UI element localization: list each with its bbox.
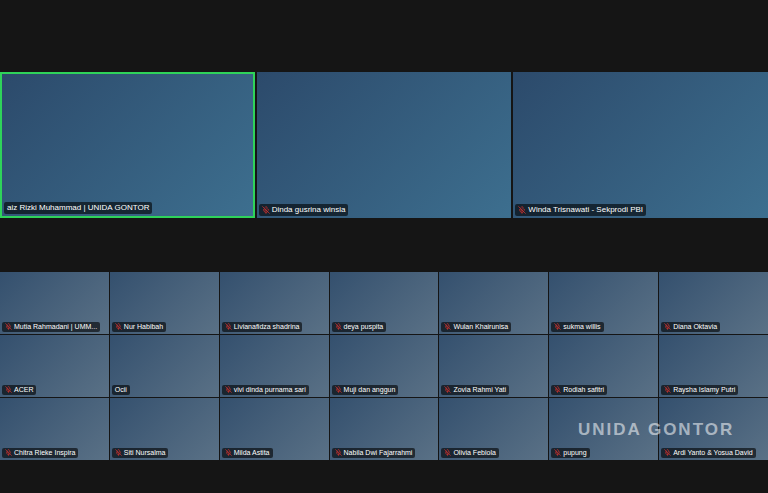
mic-off-icon [115, 323, 122, 330]
mic-off-icon [262, 206, 270, 214]
name-label: Nabila Dwi Fajarrahmi [332, 448, 416, 458]
name-label: Ocii [112, 385, 130, 395]
participant-tile[interactable]: Nabila Dwi Fajarrahmi [330, 398, 439, 460]
speaker-tile[interactable]: aiz Rizki Muhammad | UNIDA GONTOR [0, 72, 255, 218]
mic-off-icon [554, 323, 561, 330]
name-label: Olivia Febiola [441, 448, 498, 458]
name-label: Dinda gusrina winsia [259, 204, 349, 216]
participant-tile[interactable]: vivi dinda purnama sari [220, 335, 329, 397]
participant-tile[interactable]: sukma willis [549, 272, 658, 334]
mic-off-icon [335, 323, 342, 330]
mic-off-icon [225, 386, 232, 393]
name-label: Diana Oktavia [661, 322, 720, 332]
name-label: aiz Rizki Muhammad | UNIDA GONTOR [4, 202, 152, 214]
mic-off-icon [5, 449, 12, 456]
mic-off-icon [115, 449, 122, 456]
participant-tile[interactable]: Mutia Rahmadani | UMM... [0, 272, 109, 334]
name-label: Milda Astita [222, 448, 273, 458]
participant-tile[interactable]: Siti Nursalma [110, 398, 219, 460]
mic-off-icon [335, 449, 342, 456]
speaker-tile[interactable]: Dinda gusrina winsia [257, 72, 512, 218]
mic-off-icon [444, 386, 451, 393]
mic-off-icon [225, 449, 232, 456]
name-label: Wulan Khairunisa [441, 322, 511, 332]
participant-tile[interactable]: Livianafidza shadrina [220, 272, 329, 334]
mic-off-icon [518, 206, 526, 214]
participant-tile[interactable]: Rodiah safitri [549, 335, 658, 397]
meeting-window: aiz Rizki Muhammad | UNIDA GONTOR Dinda g… [0, 0, 768, 493]
participant-tile[interactable]: Nur Habibah [110, 272, 219, 334]
name-label: Livianafidza shadrina [222, 322, 303, 332]
watermark: UNIDA GONTOR [578, 420, 734, 440]
name-label: Winda Trisnawati - Sekprodi PBI [515, 204, 646, 216]
mic-off-icon [335, 386, 342, 393]
name-label: deya puspita [332, 322, 387, 332]
participant-tile[interactable]: Olivia Febiola [439, 398, 548, 460]
mic-off-icon [444, 323, 451, 330]
name-label: Siti Nursalma [112, 448, 169, 458]
name-label: Zovia Rahmi Yati [441, 385, 509, 395]
speaker-row: aiz Rizki Muhammad | UNIDA GONTOR Dinda g… [0, 72, 768, 218]
name-label: Muji dan anggun [332, 385, 399, 395]
mic-off-icon [5, 386, 12, 393]
participant-tile[interactable]: ACER [0, 335, 109, 397]
participant-tile[interactable]: deya puspita [330, 272, 439, 334]
name-label: Nur Habibah [112, 322, 166, 332]
participant-tile[interactable]: pupung [549, 398, 658, 460]
participant-tile[interactable]: Zovia Rahmi Yati [439, 335, 548, 397]
name-label: sukma willis [551, 322, 603, 332]
name-label: Ardi Yanto & Yosua David [661, 448, 756, 458]
participant-tile[interactable]: Raysha Islamy Putri [659, 335, 768, 397]
mic-off-icon [5, 323, 12, 330]
gallery-grid: Mutia Rahmadani | UMM... Nur Habibah Livia… [0, 272, 768, 460]
name-label: pupung [551, 448, 589, 458]
participant-tile[interactable]: Diana Oktavia [659, 272, 768, 334]
name-label: vivi dinda purnama sari [222, 385, 309, 395]
participant-tile[interactable]: Chitra Rieke Inspira [0, 398, 109, 460]
name-label: Chitra Rieke Inspira [2, 448, 78, 458]
participant-tile[interactable]: Wulan Khairunisa [439, 272, 548, 334]
speaker-tile[interactable]: Winda Trisnawati - Sekprodi PBI [513, 72, 768, 218]
mic-off-icon [554, 386, 561, 393]
participant-tile[interactable]: Ocii [110, 335, 219, 397]
mic-off-icon [554, 449, 561, 456]
mic-off-icon [664, 386, 671, 393]
participant-tile[interactable]: Milda Astita [220, 398, 329, 460]
participant-tile[interactable]: Muji dan anggun [330, 335, 439, 397]
mic-off-icon [664, 449, 671, 456]
mic-off-icon [444, 449, 451, 456]
name-label: ACER [2, 385, 36, 395]
mic-off-icon [225, 323, 232, 330]
name-label: Mutia Rahmadani | UMM... [2, 322, 100, 332]
mic-off-icon [664, 323, 671, 330]
name-label: Raysha Islamy Putri [661, 385, 738, 395]
participant-tile[interactable]: Ardi Yanto & Yosua David [659, 398, 768, 460]
name-label: Rodiah safitri [551, 385, 607, 395]
